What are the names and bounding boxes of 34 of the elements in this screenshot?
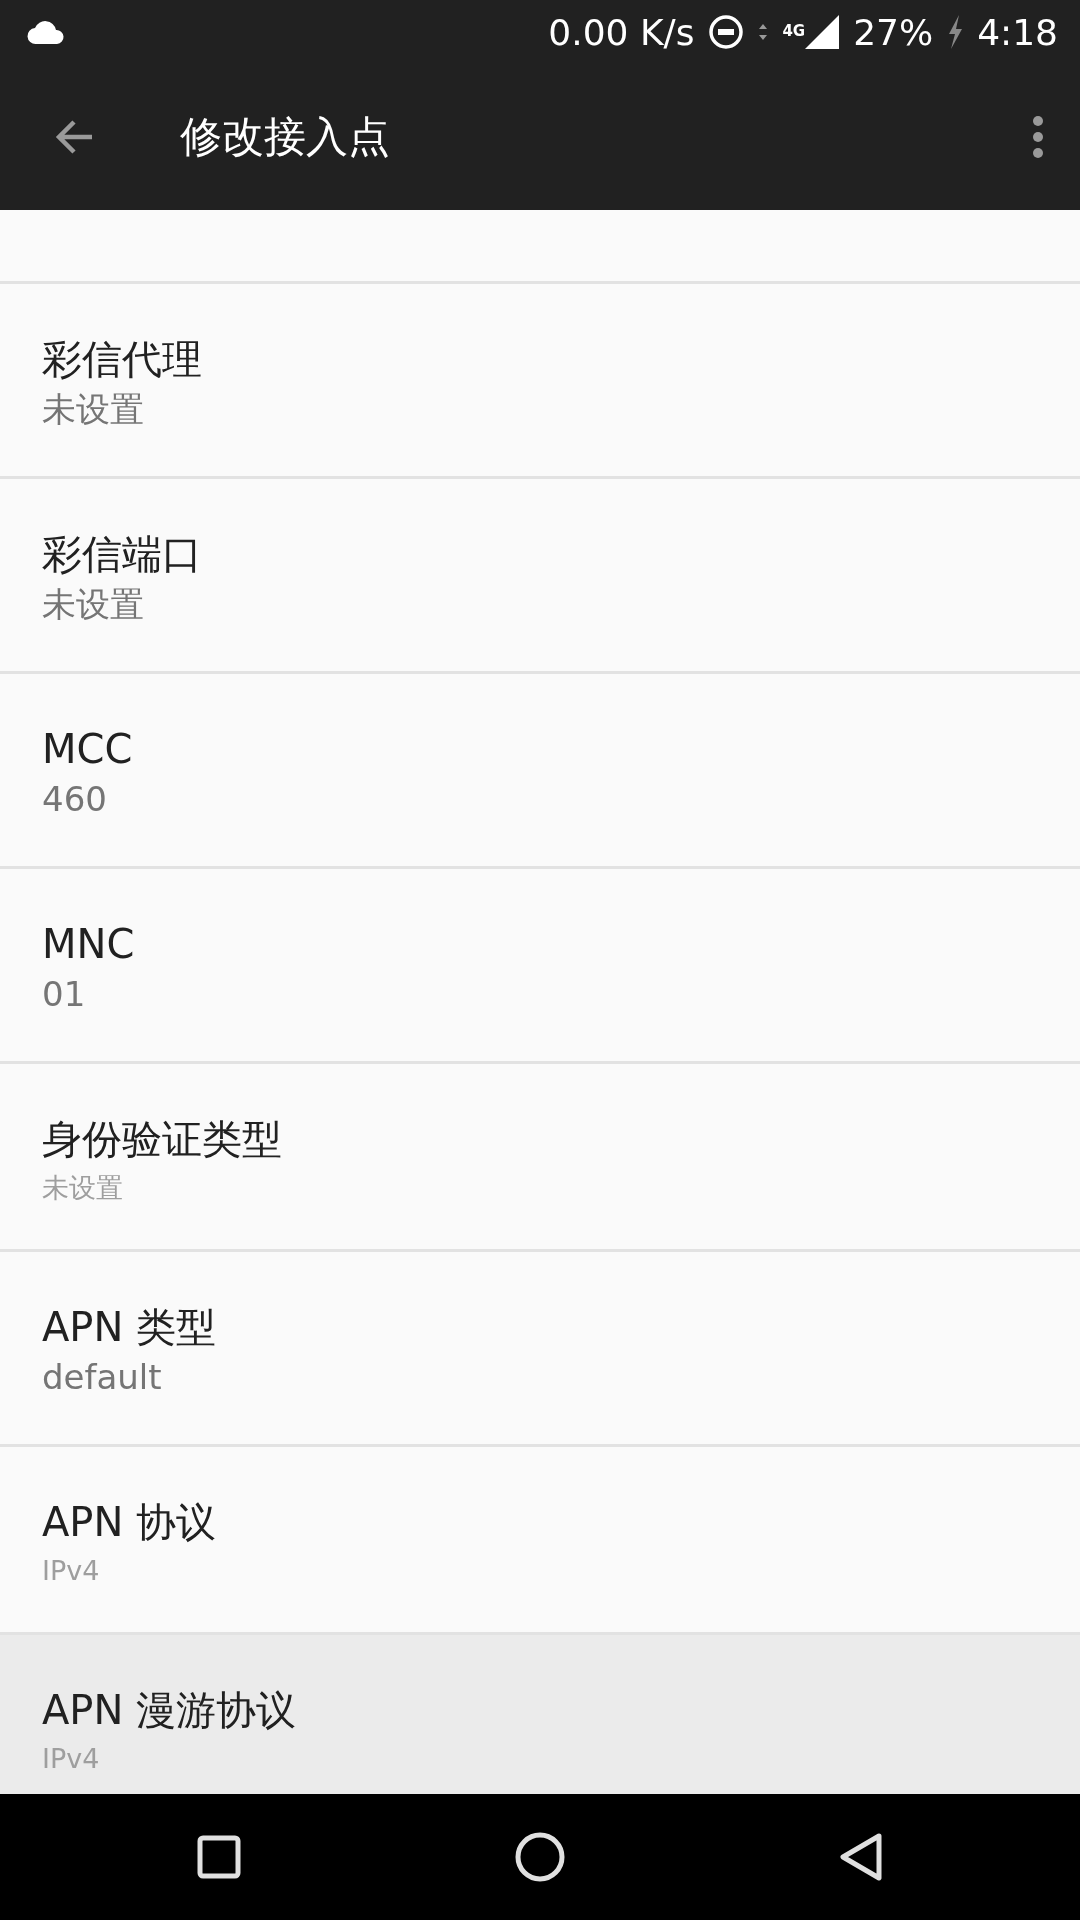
setting-title: APN 漫游协议 — [42, 1686, 298, 1735]
square-icon — [195, 1833, 244, 1881]
setting-title: 身份验证类型 — [42, 1115, 283, 1164]
setting-value: 未设置 — [42, 388, 145, 431]
cloud-icon — [26, 18, 66, 46]
settings-row[interactable]: MNC 01 — [0, 869, 1080, 1064]
setting-value: default — [42, 1356, 163, 1399]
setting-title: APN 类型 — [42, 1303, 218, 1352]
do-not-disturb-icon — [708, 14, 745, 50]
screen-title: 修改接入点 — [180, 111, 391, 163]
setting-value: 未设置 — [42, 583, 145, 626]
setting-title: MNC — [42, 920, 136, 969]
battery-level: 27% — [853, 11, 934, 53]
setting-value: IPv4 — [42, 1742, 101, 1776]
setting-title: 彩信端口 — [42, 530, 203, 579]
setting-title: APN 协议 — [42, 1498, 218, 1547]
settings-row[interactable]: MCC 460 — [0, 674, 1080, 869]
settings-row[interactable]: 身份验证类型 未设置 — [0, 1064, 1080, 1252]
clock: 4:18 — [977, 11, 1058, 53]
settings-row[interactable]: 彩信代理 未设置 — [0, 284, 1080, 479]
network-speed: 0.00 K/s — [548, 11, 695, 53]
circle-icon — [514, 1831, 566, 1883]
setting-title: 彩信代理 — [42, 335, 203, 384]
setting-value: 460 — [42, 778, 108, 821]
settings-row[interactable]: APN 类型 default — [0, 1252, 1080, 1447]
settings-row[interactable]: APN 漫游协议 IPv4 — [0, 1635, 1080, 1794]
setting-title: MCC — [42, 725, 134, 774]
network-type: 4G — [782, 21, 806, 40]
setting-value: IPv4 — [42, 1554, 101, 1588]
signal-icon — [805, 15, 840, 49]
setting-value: 未设置 — [42, 1171, 124, 1205]
setting-value: 01 — [42, 973, 87, 1016]
more-vertical-icon — [1032, 113, 1044, 161]
settings-row[interactable]: 彩信端口 未设置 — [0, 479, 1080, 674]
